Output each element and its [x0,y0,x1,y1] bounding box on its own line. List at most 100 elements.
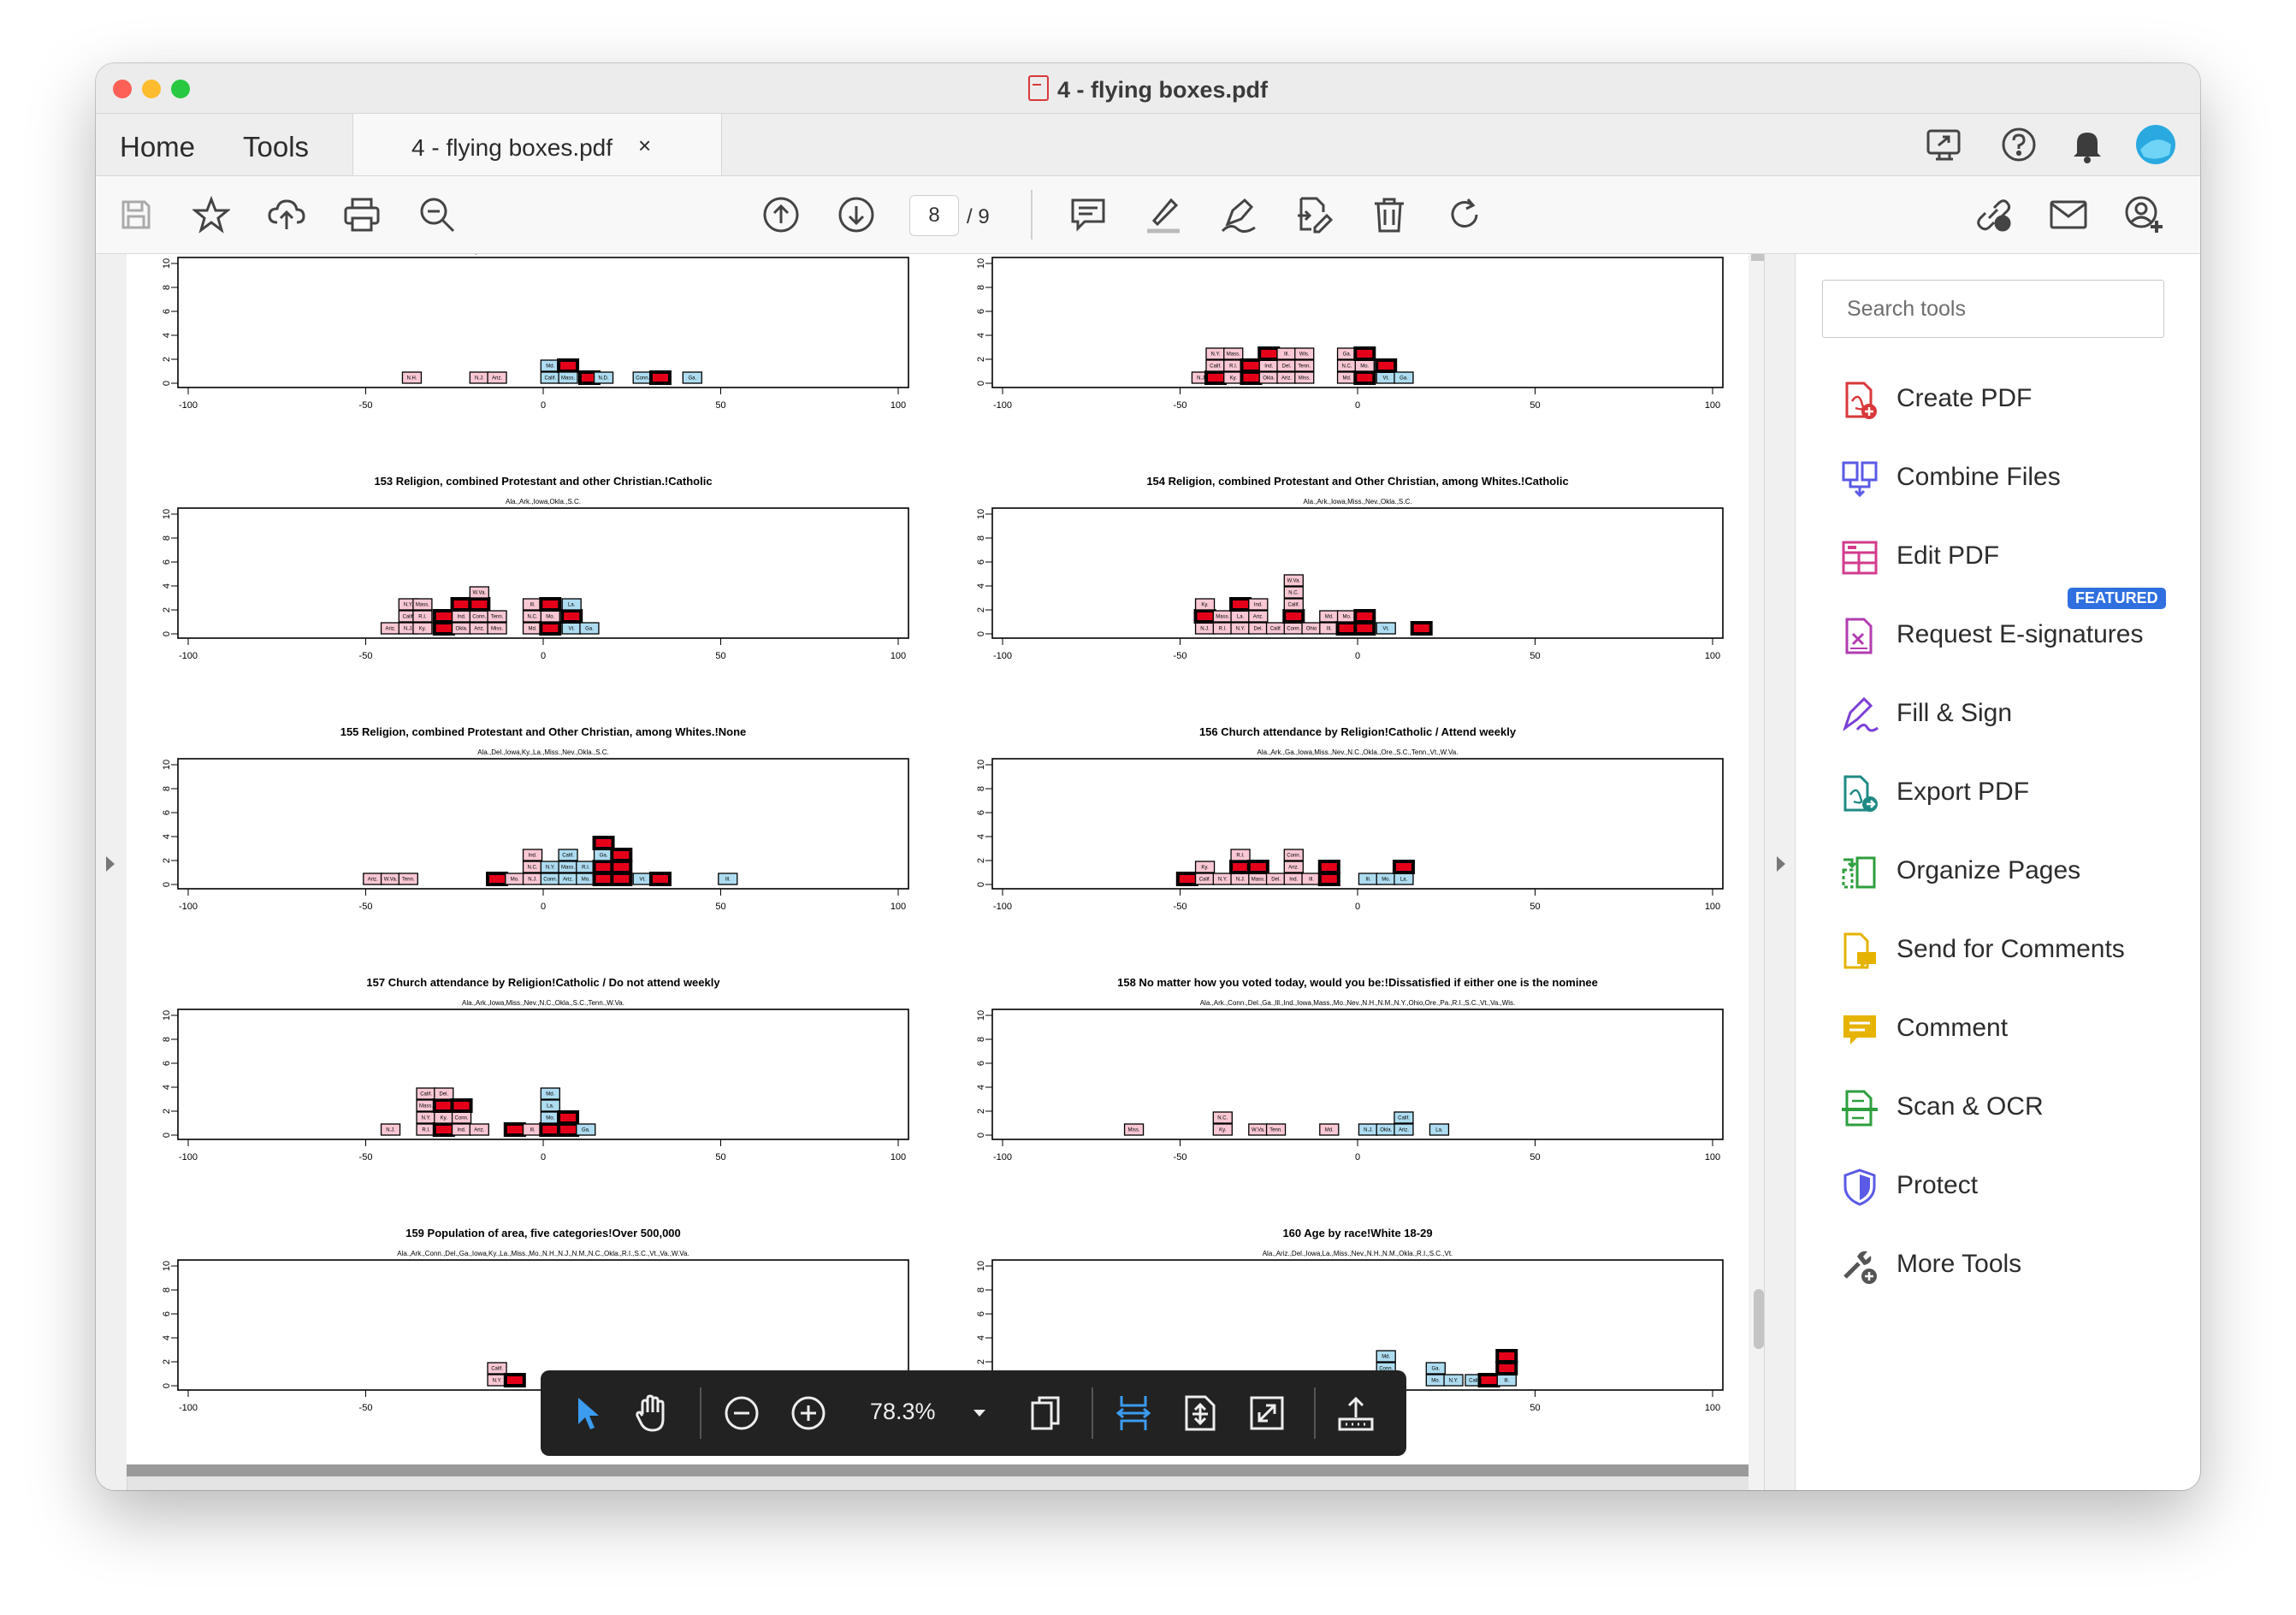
data-box-label: Miss. [1128,1128,1140,1133]
chart-grid: Ala.,Ark.,Del.,Ill.,Ind.,Iowa,Ky.,La.,Mi… [162,254,1724,1413]
data-box-label: Ariz. [368,878,378,883]
data-box-label: Md. [1325,1128,1334,1133]
y-tick-label: 6 [976,810,986,815]
data-box-label: Mo. [582,878,590,883]
data-box-label: Mo. [1343,615,1352,620]
chart-title: 153 Religion, combined Protestant and ot… [374,475,712,488]
zoom-out-icon[interactable] [720,1392,763,1435]
export-icon[interactable] [1334,1392,1377,1435]
select-arrow-icon[interactable] [566,1392,609,1435]
data-box-label: N.J. [404,627,413,632]
page-down-icon[interactable] [835,193,878,236]
tab-tools[interactable]: Tools [243,131,309,163]
data-box-label: N.J. [1364,1128,1373,1133]
data-box [560,609,583,624]
y-tick-label: 6 [162,1061,172,1066]
tool-organize-pages[interactable]: Organize Pages [1840,846,2182,897]
x-tick-label: 50 [1530,1403,1540,1413]
tab-document[interactable]: 4 - flying boxes.pdf [352,114,722,175]
tool-edit-pdf[interactable]: Edit PDF [1840,531,2182,583]
data-box-label: Conn. [472,615,486,620]
data-box-label: La. [547,1104,554,1109]
data-box-label: N.J. [1236,878,1246,883]
data-box-label: Ariz. [386,627,396,632]
tool-more-tools[interactable]: More Tools [1840,1239,2182,1291]
print-icon[interactable] [340,193,383,236]
left-panel-toggle[interactable] [96,254,127,1490]
data-box-label: Ga. [600,854,608,859]
link-icon[interactable] [1972,193,2015,236]
share-screen-icon[interactable] [1922,122,1967,167]
data-box-label: N.Y. [422,1116,431,1121]
zoom-level[interactable]: 78.3% [870,1399,936,1425]
tool-request-esignatures[interactable]: FEATURED Request E-signatures [1840,588,2182,661]
data-box-label: Ind. [529,854,537,859]
document-area[interactable]: Ala.,Ark.,Del.,Ill.,Ind.,Iowa,Ky.,La.,Mi… [96,254,1767,1490]
hand-icon[interactable] [631,1392,674,1435]
save-icon[interactable] [115,193,157,236]
data-box-label: Okla. [1380,1128,1392,1133]
comment-icon[interactable] [1067,193,1110,236]
rotate-icon[interactable] [1443,193,1486,236]
x-tick-label: 100 [891,902,906,912]
scroll-mode-icon[interactable] [1112,1392,1155,1435]
upload-cloud-icon[interactable] [265,193,308,236]
fit-page-icon[interactable] [1179,1392,1222,1435]
chart-title: 154 Religion, combined Protestant and Ot… [1146,475,1568,488]
zoom-in-icon[interactable] [787,1392,830,1435]
bookmark-star-icon[interactable] [190,193,233,236]
x-tick-label: -50 [1174,400,1187,411]
search-zoom-icon[interactable] [416,193,459,236]
data-box [648,370,672,385]
scrollbar-thumb[interactable] [1754,1289,1764,1349]
tool-protect[interactable]: Protect [1840,1161,2182,1212]
tool-combine-files[interactable]: Combine Files [1840,453,2182,504]
tab-close-button[interactable]: × [638,133,651,159]
data-box-label: Md. [546,1092,554,1097]
tool-label: Scan & OCR [1897,1092,2044,1121]
highlight-icon[interactable] [1142,193,1185,236]
fill-sign-icon [1843,696,1879,732]
y-tick-label: 4 [976,333,986,338]
data-box [539,1122,562,1137]
data-box-label: Miss. [491,627,503,632]
tab-home[interactable]: Home [120,131,195,163]
tool-send-for-comments[interactable]: Send for Comments [1840,925,2182,976]
add-user-icon[interactable] [2122,193,2165,236]
edit-export-icon[interactable] [1293,193,1335,236]
data-box-label: Ariz. [563,878,573,883]
x-tick-label: -50 [359,400,373,411]
help-icon[interactable] [1997,122,2041,167]
tool-comment[interactable]: Comment [1840,1003,2182,1055]
zoom-dropdown-icon[interactable] [967,1400,992,1426]
y-tick-label: 2 [162,1109,172,1114]
tool-fill-sign[interactable]: Fill & Sign [1840,689,2182,740]
page-thumbnails-icon[interactable] [1025,1392,1068,1435]
data-box-label: La. [1400,878,1408,883]
data-box-label: Ind. [458,1128,466,1133]
data-box-label: Ohio [1306,627,1317,632]
trash-icon[interactable] [1368,193,1411,236]
data-box [1257,346,1281,361]
data-box-label: N.Y. [1218,878,1228,883]
account-avatar-icon[interactable] [2133,122,2178,167]
search-tools-input[interactable]: Search tools [1822,280,2164,338]
tool-create-pdf[interactable]: Create PDF [1840,374,2182,425]
tool-scan-ocr[interactable]: Scan & OCR [1840,1082,2182,1133]
data-box-label: Ga. [688,376,696,382]
data-box-label: Ky. [1219,1128,1227,1133]
page-number-input[interactable]: 8 [909,195,959,236]
bell-icon[interactable] [2065,122,2110,167]
data-box [1353,609,1376,624]
data-box-label: Vt. [569,627,576,632]
tool-label: Comment [1897,1014,2009,1042]
data-box-label: R.I. [582,866,590,871]
tool-export-pdf[interactable]: Export PDF [1840,767,2182,819]
sign-pen-icon[interactable] [1217,193,1260,236]
page-up-icon[interactable] [760,193,802,236]
full-screen-icon[interactable] [1246,1392,1288,1435]
y-tick-label: 10 [976,258,986,269]
mail-icon[interactable] [2047,193,2090,236]
y-tick-label: 0 [162,381,172,386]
right-panel-toggle[interactable] [1764,254,1796,1490]
